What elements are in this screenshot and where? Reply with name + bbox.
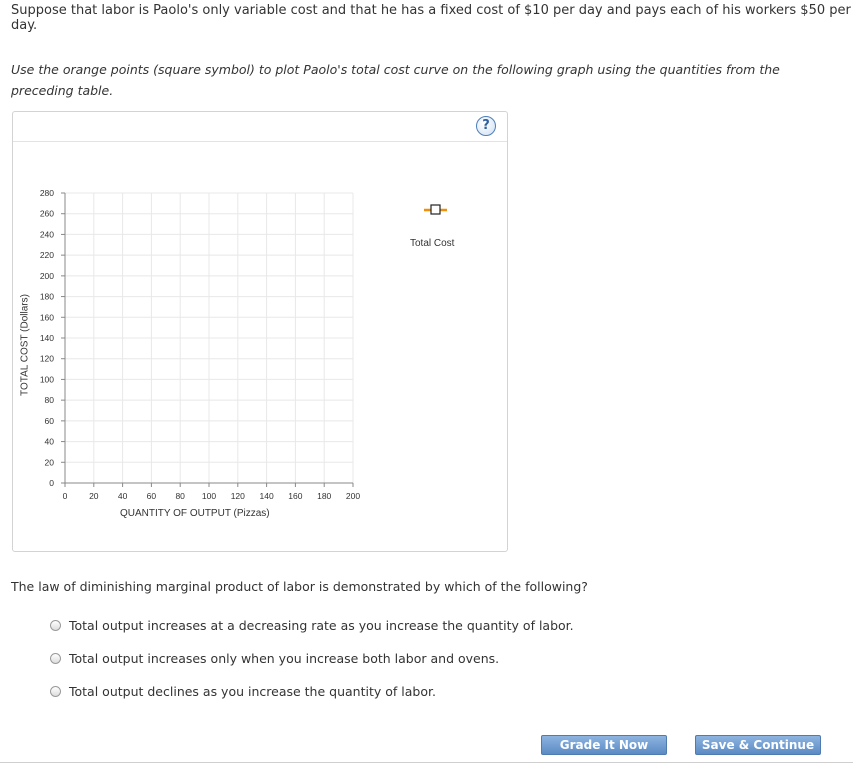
x-tick-label: 160 [288,491,302,501]
radio-button[interactable] [50,653,61,664]
x-tick-label: 20 [89,491,99,501]
total-cost-graph[interactable]: 0 20 40 60 80 100 120 140 160 180 200 220 240 260 280 0… [0,0,853,763]
y-axis-label: TOTAL COST (Dollars) [19,294,31,396]
radio-button[interactable] [50,686,61,697]
y-tick-label: 20 [45,457,55,467]
answer-option-3[interactable]: Total output declines as you increase th… [50,684,436,699]
x-tick-label: 120 [231,491,245,501]
y-tick-label: 100 [40,374,54,384]
x-tick-label: 140 [260,491,274,501]
y-tick-label: 0 [49,478,54,488]
save-continue-button[interactable]: Save & Continue [695,735,821,755]
y-tick-label: 180 [40,292,54,302]
y-tick-label: 40 [45,437,55,447]
legend-square-marker-icon[interactable] [430,204,441,215]
x-tick-label: 200 [346,491,360,501]
y-tick-label: 200 [40,271,54,281]
x-tick-label: 100 [202,491,216,501]
x-tick-label: 0 [63,491,68,501]
x-tick-label: 40 [118,491,128,501]
option-label: Total output increases at a decreasing r… [69,618,574,633]
question-text: The law of diminishing marginal product … [11,579,588,594]
x-tick-label: 80 [175,491,185,501]
y-tick-label: 140 [40,333,54,343]
y-tick-label: 80 [45,395,55,405]
x-tick-label: 180 [317,491,331,501]
y-tick-label: 120 [40,354,54,364]
option-label: Total output increases only when you inc… [69,651,500,666]
legend-total-cost-label: Total Cost [410,238,455,249]
x-axis-label: QUANTITY OF OUTPUT (Pizzas) [120,508,270,519]
option-label: Total output declines as you increase th… [69,684,436,699]
answer-option-2[interactable]: Total output increases only when you inc… [50,651,499,666]
y-tick-label: 60 [45,416,55,426]
y-tick-label: 160 [40,312,54,322]
grade-it-now-button[interactable]: Grade It Now [541,735,667,755]
y-tick-label: 280 [40,188,54,198]
y-tick-label: 220 [40,250,54,260]
y-tick-label: 240 [40,229,54,239]
y-tick-label: 260 [40,209,54,219]
answer-option-1[interactable]: Total output increases at a decreasing r… [50,618,574,633]
x-tick-label: 60 [147,491,157,501]
radio-button[interactable] [50,620,61,631]
